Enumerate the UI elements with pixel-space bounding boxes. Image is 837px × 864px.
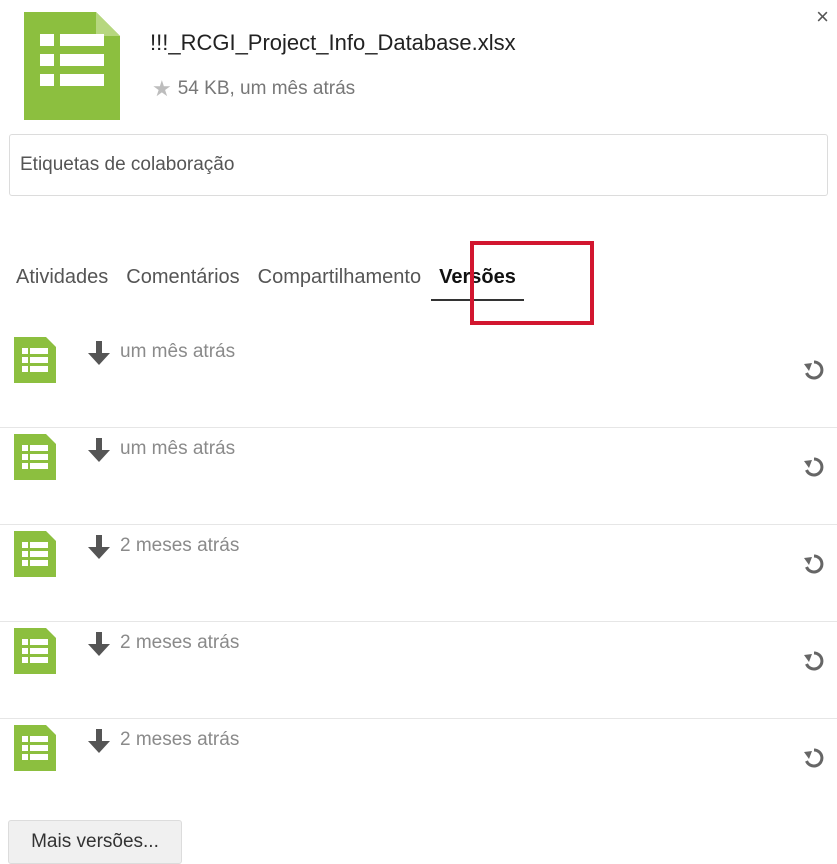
- restore-icon[interactable]: [803, 553, 825, 575]
- version-date: 2 meses atrás: [120, 729, 240, 750]
- version-row: um mês atrás: [0, 331, 837, 428]
- download-arrow-icon[interactable]: [88, 341, 110, 367]
- version-date: um mês atrás: [120, 341, 236, 362]
- tab-activities[interactable]: Atividades: [16, 266, 108, 301]
- restore-icon[interactable]: [803, 650, 825, 672]
- spreadsheet-icon: [14, 337, 56, 383]
- download-arrow-icon[interactable]: [88, 729, 110, 755]
- more-versions-button[interactable]: Mais versões...: [8, 820, 182, 864]
- file-size-date: 54 KB, um mês atrás: [177, 78, 356, 99]
- download-arrow-icon[interactable]: [88, 535, 110, 561]
- spreadsheet-icon: [14, 628, 56, 674]
- restore-icon[interactable]: [803, 456, 825, 478]
- spreadsheet-icon: [24, 12, 120, 120]
- highlight-box: [470, 241, 594, 325]
- collaboration-tags-input[interactable]: Etiquetas de colaboração: [9, 134, 828, 196]
- tab-comments[interactable]: Comentários: [126, 266, 239, 301]
- file-name: !!!_RCGI_Project_Info_Database.xlsx: [150, 30, 516, 55]
- spreadsheet-icon: [14, 434, 56, 480]
- star-icon[interactable]: ★: [152, 76, 172, 102]
- file-meta: ★ 54 KB, um mês atrás: [152, 76, 355, 102]
- restore-icon[interactable]: [803, 359, 825, 381]
- version-date: 2 meses atrás: [120, 632, 240, 653]
- version-row: 2 meses atrás: [0, 622, 837, 719]
- tab-sharing[interactable]: Compartilhamento: [258, 266, 421, 301]
- version-date: 2 meses atrás: [120, 535, 240, 556]
- spreadsheet-icon: [14, 725, 56, 771]
- download-arrow-icon[interactable]: [88, 438, 110, 464]
- tags-placeholder: Etiquetas de colaboração: [20, 154, 235, 175]
- download-arrow-icon[interactable]: [88, 632, 110, 658]
- version-date: um mês atrás: [120, 438, 236, 459]
- close-icon[interactable]: ×: [816, 6, 829, 28]
- version-row: um mês atrás: [0, 428, 837, 525]
- sidebar-tabs: Atividades Comentários Compartilhamento …: [16, 266, 524, 301]
- restore-icon[interactable]: [803, 747, 825, 769]
- version-list: um mês atrás um mês atrás 2 meses atrás …: [0, 331, 837, 815]
- version-row: 2 meses atrás: [0, 525, 837, 622]
- version-row: 2 meses atrás: [0, 719, 837, 815]
- spreadsheet-icon: [14, 531, 56, 577]
